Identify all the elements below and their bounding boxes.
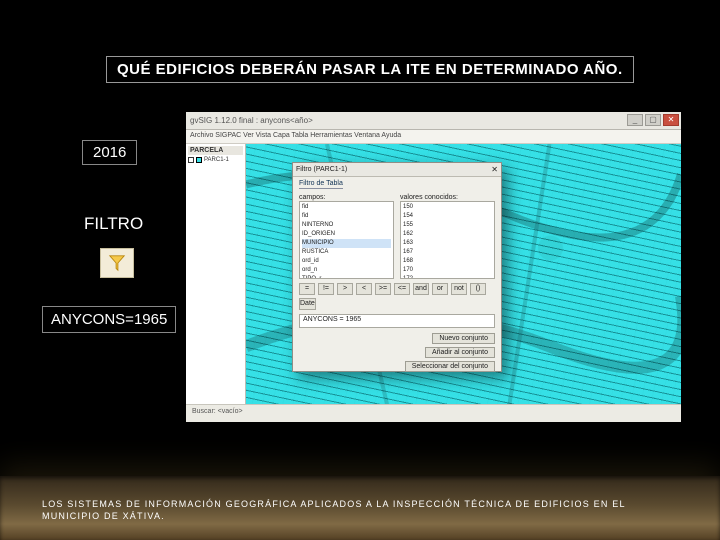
list-item[interactable]: ord_n [302,266,391,275]
dialog-close-icon[interactable]: ✕ [491,165,498,174]
dialog-title: Filtro (PARC1-1) [296,166,347,173]
list-item[interactable]: 172 [403,275,492,279]
list-item[interactable]: TIPO_r [302,275,391,279]
op-button[interactable]: < [356,283,372,295]
op-button[interactable]: Date [299,298,316,310]
op-button[interactable]: and [413,283,429,295]
list-item[interactable]: 162 [403,230,492,239]
list-item[interactable]: 168 [403,257,492,266]
operator-buttons: = != > < >= <= and or not () Date [293,281,501,312]
list-item[interactable]: 154 [403,212,492,221]
gis-window-title: gvSIG 1.12.0 final : anycons<año> [190,116,313,125]
fields-list[interactable]: fid fid NINTERNO ID_ORIGEN MUNICIPIO RUS… [299,201,394,279]
list-item[interactable]: 150 [403,203,492,212]
list-item[interactable]: MUNICIPIO [302,239,391,248]
list-item[interactable]: fid [302,203,391,212]
slide-footer: LOS SISTEMAS DE INFORMACIÓN GEOGRÁFICA A… [42,498,678,522]
layer-swatch-icon [196,157,202,163]
filter-heading: FILTRO [84,214,143,234]
layer-name: PARC1-1 [204,157,229,163]
gis-screenshot: gvSIG 1.12.0 final : anycons<año> _ ▢ ✕ … [186,112,681,422]
list-item[interactable]: fid [302,212,391,221]
layer-item[interactable]: PARC1-1 [188,157,243,163]
op-button[interactable]: <= [394,283,410,295]
minimize-button[interactable]: _ [627,114,643,126]
op-button[interactable]: or [432,283,448,295]
year-label: 2016 [82,140,137,165]
list-item[interactable]: 170 [403,266,492,275]
filter-expression: ANYCONS=1965 [42,306,176,333]
checkbox-icon[interactable] [188,157,194,163]
op-button[interactable]: != [318,283,334,295]
new-set-button[interactable]: Nuevo conjunto [432,333,495,344]
dialog-tab[interactable]: Filtro de Tabla [299,180,343,189]
gis-window-titlebar: gvSIG 1.12.0 final : anycons<año> _ ▢ ✕ [186,112,681,130]
layer-panel-header: PARCELA [188,146,243,155]
gis-map-view[interactable]: Filtro (PARC1-1) ✕ Filtro de Tabla campo… [246,144,681,404]
window-controls: _ ▢ ✕ [627,114,679,126]
expression-input[interactable]: ANYCONS = 1965 [299,314,495,328]
add-set-button[interactable]: Añadir al conjunto [425,347,495,358]
close-button[interactable]: ✕ [663,114,679,126]
list-item[interactable]: ID_ORIGEN [302,230,391,239]
gis-status-bar: Buscar: <vacío> [186,404,681,422]
list-item[interactable]: 167 [403,248,492,257]
filter-dialog: Filtro (PARC1-1) ✕ Filtro de Tabla campo… [292,162,502,372]
op-button[interactable]: = [299,283,315,295]
values-list[interactable]: 150 154 155 162 163 167 168 170 172 [400,201,495,279]
op-button[interactable]: () [470,283,486,295]
slide-title: QUÉ EDIFICIOS DEBERÁN PASAR LA ITE EN DE… [106,56,634,83]
list-item[interactable]: ord_id [302,257,391,266]
list-item[interactable]: 155 [403,221,492,230]
op-button[interactable]: > [337,283,353,295]
maximize-button[interactable]: ▢ [645,114,661,126]
op-button[interactable]: not [451,283,467,295]
op-button[interactable]: >= [375,283,391,295]
values-header: valores conocidos: [400,194,495,201]
filter-funnel-icon [100,248,134,278]
gis-menubar[interactable]: Archivo SIGPAC Ver Vista Capa Tabla Herr… [186,130,681,144]
select-set-button[interactable]: Seleccionar del conjunto [405,361,495,372]
list-item[interactable]: 163 [403,239,492,248]
list-item[interactable]: NINTERNO [302,221,391,230]
fields-header: campos: [299,194,394,201]
gis-layer-panel: PARCELA PARC1-1 [186,144,246,404]
list-item[interactable]: RUSTICA [302,248,391,257]
